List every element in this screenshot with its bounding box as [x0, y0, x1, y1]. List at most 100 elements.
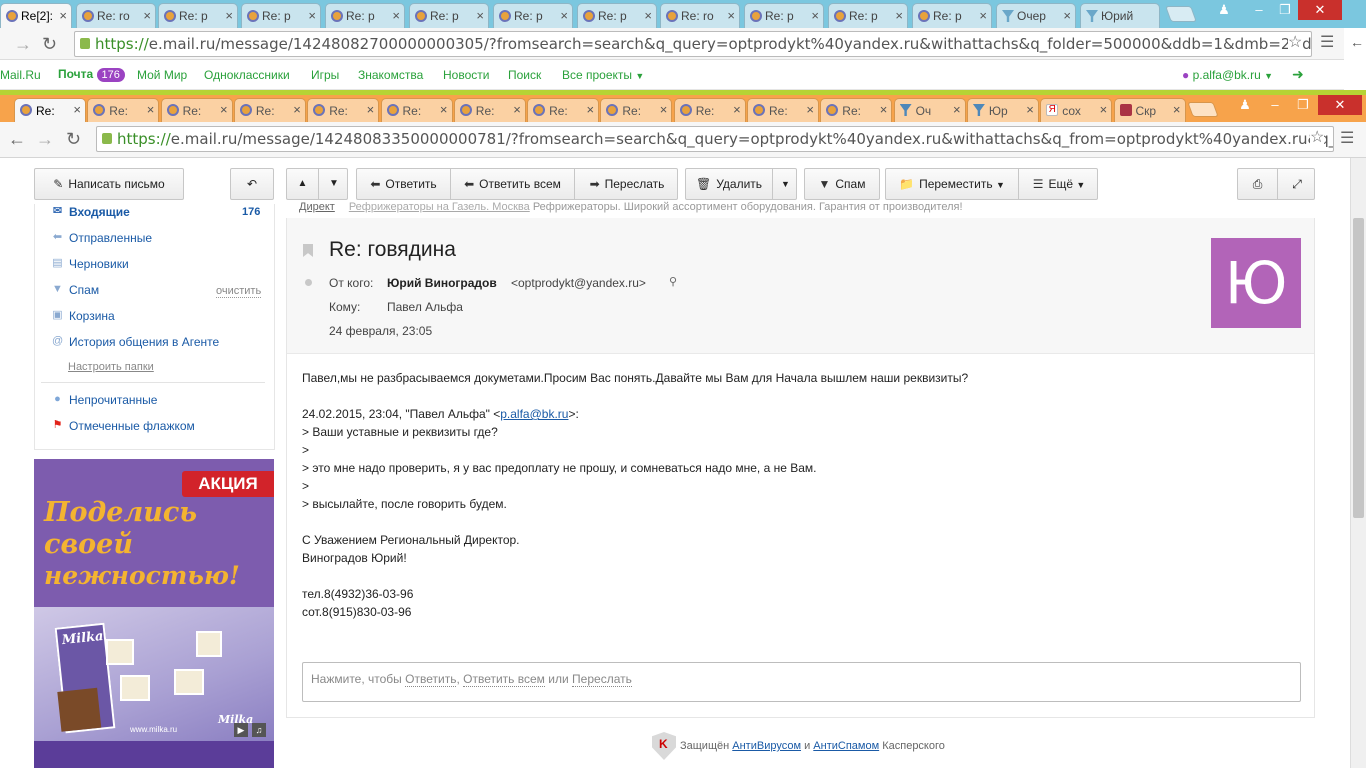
close-tab-icon[interactable]: ×: [220, 102, 228, 117]
delete-button[interactable]: 🗑 Удалить: [686, 169, 772, 199]
logout-icon[interactable]: ➜: [1292, 66, 1304, 83]
quoted-email-link[interactable]: p.alfa@bk.ru: [500, 407, 568, 421]
menu-icon[interactable]: ☰: [1340, 130, 1354, 148]
quick-reply-box[interactable]: Нажмите, чтобы Ответить, Ответить всем и…: [302, 662, 1301, 702]
close-tab-icon[interactable]: ×: [147, 102, 155, 117]
close-tab-icon[interactable]: ×: [733, 102, 741, 117]
inner-tab[interactable]: Ясох ×: [1040, 98, 1113, 122]
maximize-button[interactable]: ❐: [1290, 95, 1316, 115]
menu-icon[interactable]: ☰: [1320, 34, 1334, 52]
sidebar-item-trash[interactable]: ▣ Корзина: [52, 309, 114, 323]
reload-icon[interactable]: ↻: [66, 130, 81, 148]
close-tab-icon[interactable]: ×: [367, 102, 375, 117]
reply-button[interactable]: ⬅ Ответить: [357, 169, 450, 199]
forward-icon[interactable]: →: [14, 35, 32, 53]
reload-icon[interactable]: ↻: [42, 35, 57, 53]
user-account-link[interactable]: ● p.alfa@bk.ru ▼: [1182, 68, 1273, 82]
close-tab-icon[interactable]: ×: [953, 102, 961, 117]
inner-tab[interactable]: Re: ×: [453, 98, 526, 122]
back-icon[interactable]: ←: [1350, 34, 1364, 50]
direct-ad-line[interactable]: Директ Рефрижераторы на Газель. Москва Ре…: [299, 201, 963, 213]
profile-icon[interactable]: ♟: [1210, 0, 1238, 20]
back-icon[interactable]: ←: [8, 130, 26, 148]
outer-tab[interactable]: Re: p ×: [409, 3, 489, 28]
portal-igry-link[interactable]: Игры: [311, 68, 339, 82]
close-tab-icon[interactable]: ×: [1100, 102, 1108, 117]
previous-message-button[interactable]: ▲: [287, 169, 318, 199]
refresh-button[interactable]: ↶: [230, 168, 274, 200]
close-tab-icon[interactable]: ×: [1063, 8, 1071, 23]
sender-name[interactable]: Юрий Виноградов: [387, 276, 497, 290]
antivirus-link[interactable]: АнтиВирусом: [732, 740, 801, 752]
forward-button[interactable]: ➡ Переслать: [575, 169, 679, 199]
outer-tab[interactable]: Юрий: [1080, 3, 1160, 28]
sound-icon[interactable]: ♫: [252, 723, 266, 737]
outer-tab[interactable]: Re: p ×: [493, 3, 573, 28]
scrollbar-thumb[interactable]: [1353, 218, 1364, 518]
minimize-button[interactable]: –: [1246, 0, 1272, 20]
close-tab-icon[interactable]: ×: [513, 102, 521, 117]
outer-tab[interactable]: Re: ro ×: [660, 3, 740, 28]
outer-url-field[interactable]: https://e.mail.ru/message/14248082700000…: [74, 31, 1312, 57]
close-tab-icon[interactable]: ×: [476, 8, 484, 23]
close-tab-icon[interactable]: ×: [895, 8, 903, 23]
inner-tab[interactable]: Re: ×: [14, 98, 86, 122]
close-tab-icon[interactable]: ×: [811, 8, 819, 23]
outer-tab[interactable]: Re: p ×: [828, 3, 908, 28]
sidebar-item-unread[interactable]: ● Непрочитанные: [54, 393, 157, 407]
star-icon[interactable]: ☆: [1288, 34, 1303, 52]
close-tab-icon[interactable]: ×: [1173, 102, 1181, 117]
close-tab-icon[interactable]: ×: [660, 102, 668, 117]
minimize-button[interactable]: –: [1262, 95, 1288, 115]
quick-forward-link[interactable]: Переслать: [572, 672, 632, 687]
inner-tab[interactable]: Скр ×: [1113, 98, 1186, 122]
portal-moy-mir-link[interactable]: Мой Мир: [137, 68, 187, 82]
more-button[interactable]: ☰ Ещё ▼: [1019, 169, 1099, 199]
portal-mailru-link[interactable]: Mail.Ru: [0, 68, 41, 82]
outer-tab[interactable]: Очер ×: [996, 3, 1076, 28]
close-tab-icon[interactable]: ×: [1026, 102, 1034, 117]
outer-tab[interactable]: Re: p ×: [744, 3, 824, 28]
antispam-link[interactable]: АнтиСпамом: [813, 740, 879, 752]
inner-tab[interactable]: Re: ×: [87, 98, 160, 122]
close-tab-icon[interactable]: ×: [560, 8, 568, 23]
fullscreen-button[interactable]: ⤢: [1278, 169, 1316, 199]
portal-odnoklassniki-link[interactable]: Одноклассники: [204, 68, 290, 82]
spam-button[interactable]: ▼ Спам: [804, 168, 880, 200]
portal-pochta-link[interactable]: Почта 176: [58, 67, 125, 82]
inner-tab[interactable]: Re: ×: [747, 98, 819, 122]
milka-ad-banner[interactable]: АКЦИЯ Поделись своей нежностью! Milka Mi…: [34, 459, 274, 768]
unread-dot-icon[interactable]: [305, 279, 312, 286]
outer-tab[interactable]: Re: p ×: [912, 3, 992, 28]
outer-scrollbar[interactable]: ←: [1344, 28, 1366, 98]
outer-tab[interactable]: Re: ro ×: [76, 3, 156, 28]
close-tab-icon[interactable]: ×: [644, 8, 652, 23]
close-tab-icon[interactable]: ×: [587, 102, 595, 117]
bookmark-icon[interactable]: [303, 244, 313, 257]
sender-email[interactable]: <optprodykt@yandex.ru>: [511, 276, 646, 290]
close-tab-icon[interactable]: ×: [979, 8, 987, 23]
portal-znakomstva-link[interactable]: Знакомства: [358, 68, 423, 82]
inner-tab[interactable]: Re: ×: [527, 98, 600, 122]
delete-dropdown-button[interactable]: ▼: [773, 169, 798, 199]
clear-spam-link[interactable]: очистить: [216, 285, 262, 298]
direct-ad-link[interactable]: Рефрижераторы на Газель. Москва: [349, 201, 530, 213]
search-sender-icon[interactable]: ⚲: [669, 275, 677, 288]
inner-tab[interactable]: Оч ×: [893, 98, 966, 122]
outer-tab[interactable]: Re[2]: ×: [0, 3, 72, 28]
close-tab-icon[interactable]: ×: [59, 8, 67, 23]
outer-tab[interactable]: Re: p ×: [158, 3, 238, 28]
inner-tab[interactable]: Re: ×: [380, 98, 453, 122]
inner-tab[interactable]: Re: ×: [160, 98, 233, 122]
close-window-button[interactable]: ✕: [1298, 0, 1342, 20]
close-window-button[interactable]: ✕: [1318, 95, 1362, 115]
inner-url-field[interactable]: https://e.mail.ru/message/14248083350000…: [96, 126, 1334, 152]
next-message-button[interactable]: ▼: [319, 169, 349, 199]
forward-icon[interactable]: →: [36, 130, 54, 148]
inner-tab[interactable]: Re: ×: [820, 98, 893, 122]
close-tab-icon[interactable]: ×: [308, 8, 316, 23]
close-tab-icon[interactable]: ×: [73, 102, 81, 117]
close-tab-icon[interactable]: ×: [727, 8, 735, 23]
inner-tab[interactable]: Re: ×: [307, 98, 380, 122]
inner-tab[interactable]: Re: ×: [673, 98, 746, 122]
